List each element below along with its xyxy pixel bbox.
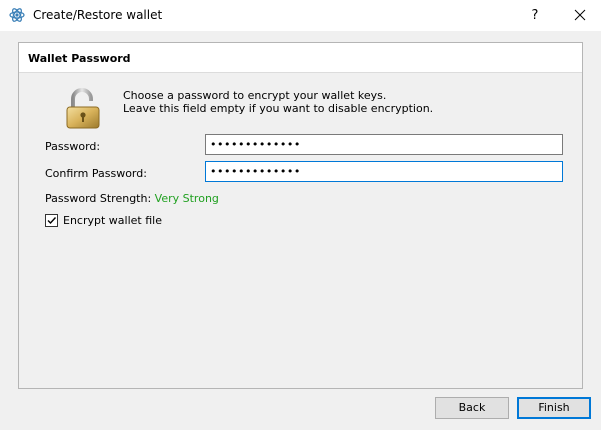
confirm-password-field[interactable] [205, 161, 563, 182]
password-label: Password: [45, 140, 101, 153]
panel-title: Wallet Password [28, 52, 131, 65]
help-button[interactable]: ? [519, 0, 551, 31]
window-title: Create/Restore wallet [33, 8, 163, 22]
electrum-icon [9, 8, 25, 22]
title-bar: Create/Restore wallet ? [0, 0, 601, 31]
back-button[interactable]: Back [435, 397, 509, 419]
padlock-icon [66, 88, 100, 129]
password-strength-label: Password Strength: [45, 192, 155, 205]
password-field[interactable] [205, 134, 563, 155]
close-icon[interactable] [563, 0, 597, 31]
description-line-2: Leave this field empty if you want to di… [123, 102, 434, 115]
create-restore-wallet-dialog: Create/Restore wallet ? Wallet Password [0, 0, 601, 430]
password-strength-value: Very Strong [154, 192, 219, 205]
panel-header: Wallet Password [19, 43, 582, 73]
finish-button[interactable]: Finish [517, 397, 591, 419]
encrypt-wallet-checkbox[interactable] [45, 214, 58, 227]
confirm-password-label: Confirm Password: [45, 167, 147, 180]
wallet-password-panel: Wallet Password Choose a password to enc… [18, 42, 583, 389]
description-line-1: Choose a password to encrypt your wallet… [123, 89, 387, 102]
encrypt-wallet-label: Encrypt wallet file [63, 214, 162, 227]
checkmark-icon [47, 217, 57, 225]
password-strength: Password Strength: Very Strong [45, 192, 219, 205]
